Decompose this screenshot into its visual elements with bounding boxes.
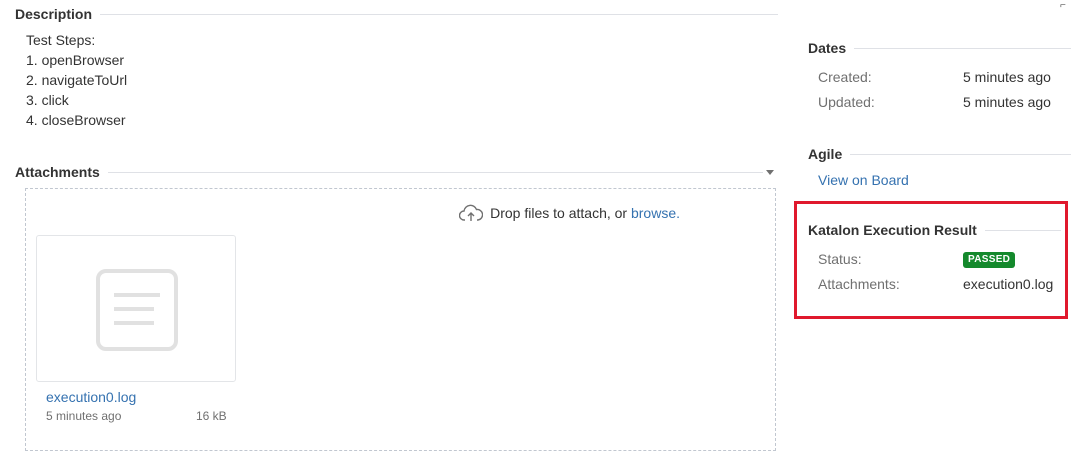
- attachment-dropzone[interactable]: Drop files to attach, or browse. executi…: [25, 188, 776, 451]
- created-value: 5 minutes ago: [963, 69, 1051, 85]
- katalon-header: Katalon Execution Result: [808, 222, 1061, 238]
- dates-header: Dates: [808, 40, 1071, 56]
- agile-divider: [850, 153, 1071, 155]
- description-line: 2. navigateToUrl: [26, 72, 128, 88]
- attachments-heading: Attachments: [15, 164, 108, 180]
- description-line: 3. click: [26, 92, 69, 108]
- corner-marker-icon: ⌐: [1060, 0, 1066, 11]
- dates-divider: [854, 47, 1071, 49]
- katalon-divider: [984, 229, 1061, 231]
- dates-heading: Dates: [808, 40, 855, 56]
- drop-hint-text: Drop files to attach, or: [490, 205, 631, 221]
- execution-log-link[interactable]: execution0.log: [963, 276, 1053, 292]
- description-heading: Description: [15, 6, 101, 22]
- chevron-down-icon[interactable]: [764, 166, 776, 178]
- view-on-board-link[interactable]: View on Board: [818, 172, 909, 188]
- status-label: Status:: [818, 251, 862, 267]
- description-divider: [100, 13, 778, 15]
- drop-hint: Drop files to attach, or browse.: [459, 204, 680, 222]
- browse-link[interactable]: browse.: [631, 205, 680, 221]
- issue-view: ⌐ Description Test Steps: 1. openBrowser…: [0, 0, 1071, 470]
- description-line: Test Steps:: [26, 32, 96, 48]
- cloud-upload-icon: [459, 204, 484, 221]
- description-line: 1. openBrowser: [26, 52, 125, 68]
- description-header: Description: [15, 6, 778, 22]
- updated-value: 5 minutes ago: [963, 94, 1051, 110]
- attachments-header: Attachments: [15, 164, 763, 180]
- description-line: 4. closeBrowser: [26, 112, 126, 128]
- attachment-file-link[interactable]: execution0.log: [46, 389, 136, 405]
- katalon-heading: Katalon Execution Result: [808, 222, 985, 238]
- status-badge: PASSED: [963, 252, 1016, 268]
- created-label: Created:: [818, 69, 872, 85]
- agile-heading: Agile: [808, 146, 851, 162]
- attachments-divider: [107, 171, 763, 173]
- attachment-time: 5 minutes ago: [46, 409, 122, 423]
- attachment-thumbnail[interactable]: [36, 235, 236, 382]
- agile-header: Agile: [808, 146, 1071, 162]
- document-icon: [96, 269, 178, 351]
- attachment-size: 16 kB: [196, 409, 227, 423]
- updated-label: Updated:: [818, 94, 875, 110]
- katalon-attachments-label: Attachments:: [818, 276, 900, 292]
- description-body: Test Steps: 1. openBrowser 2. navigateTo…: [26, 30, 127, 130]
